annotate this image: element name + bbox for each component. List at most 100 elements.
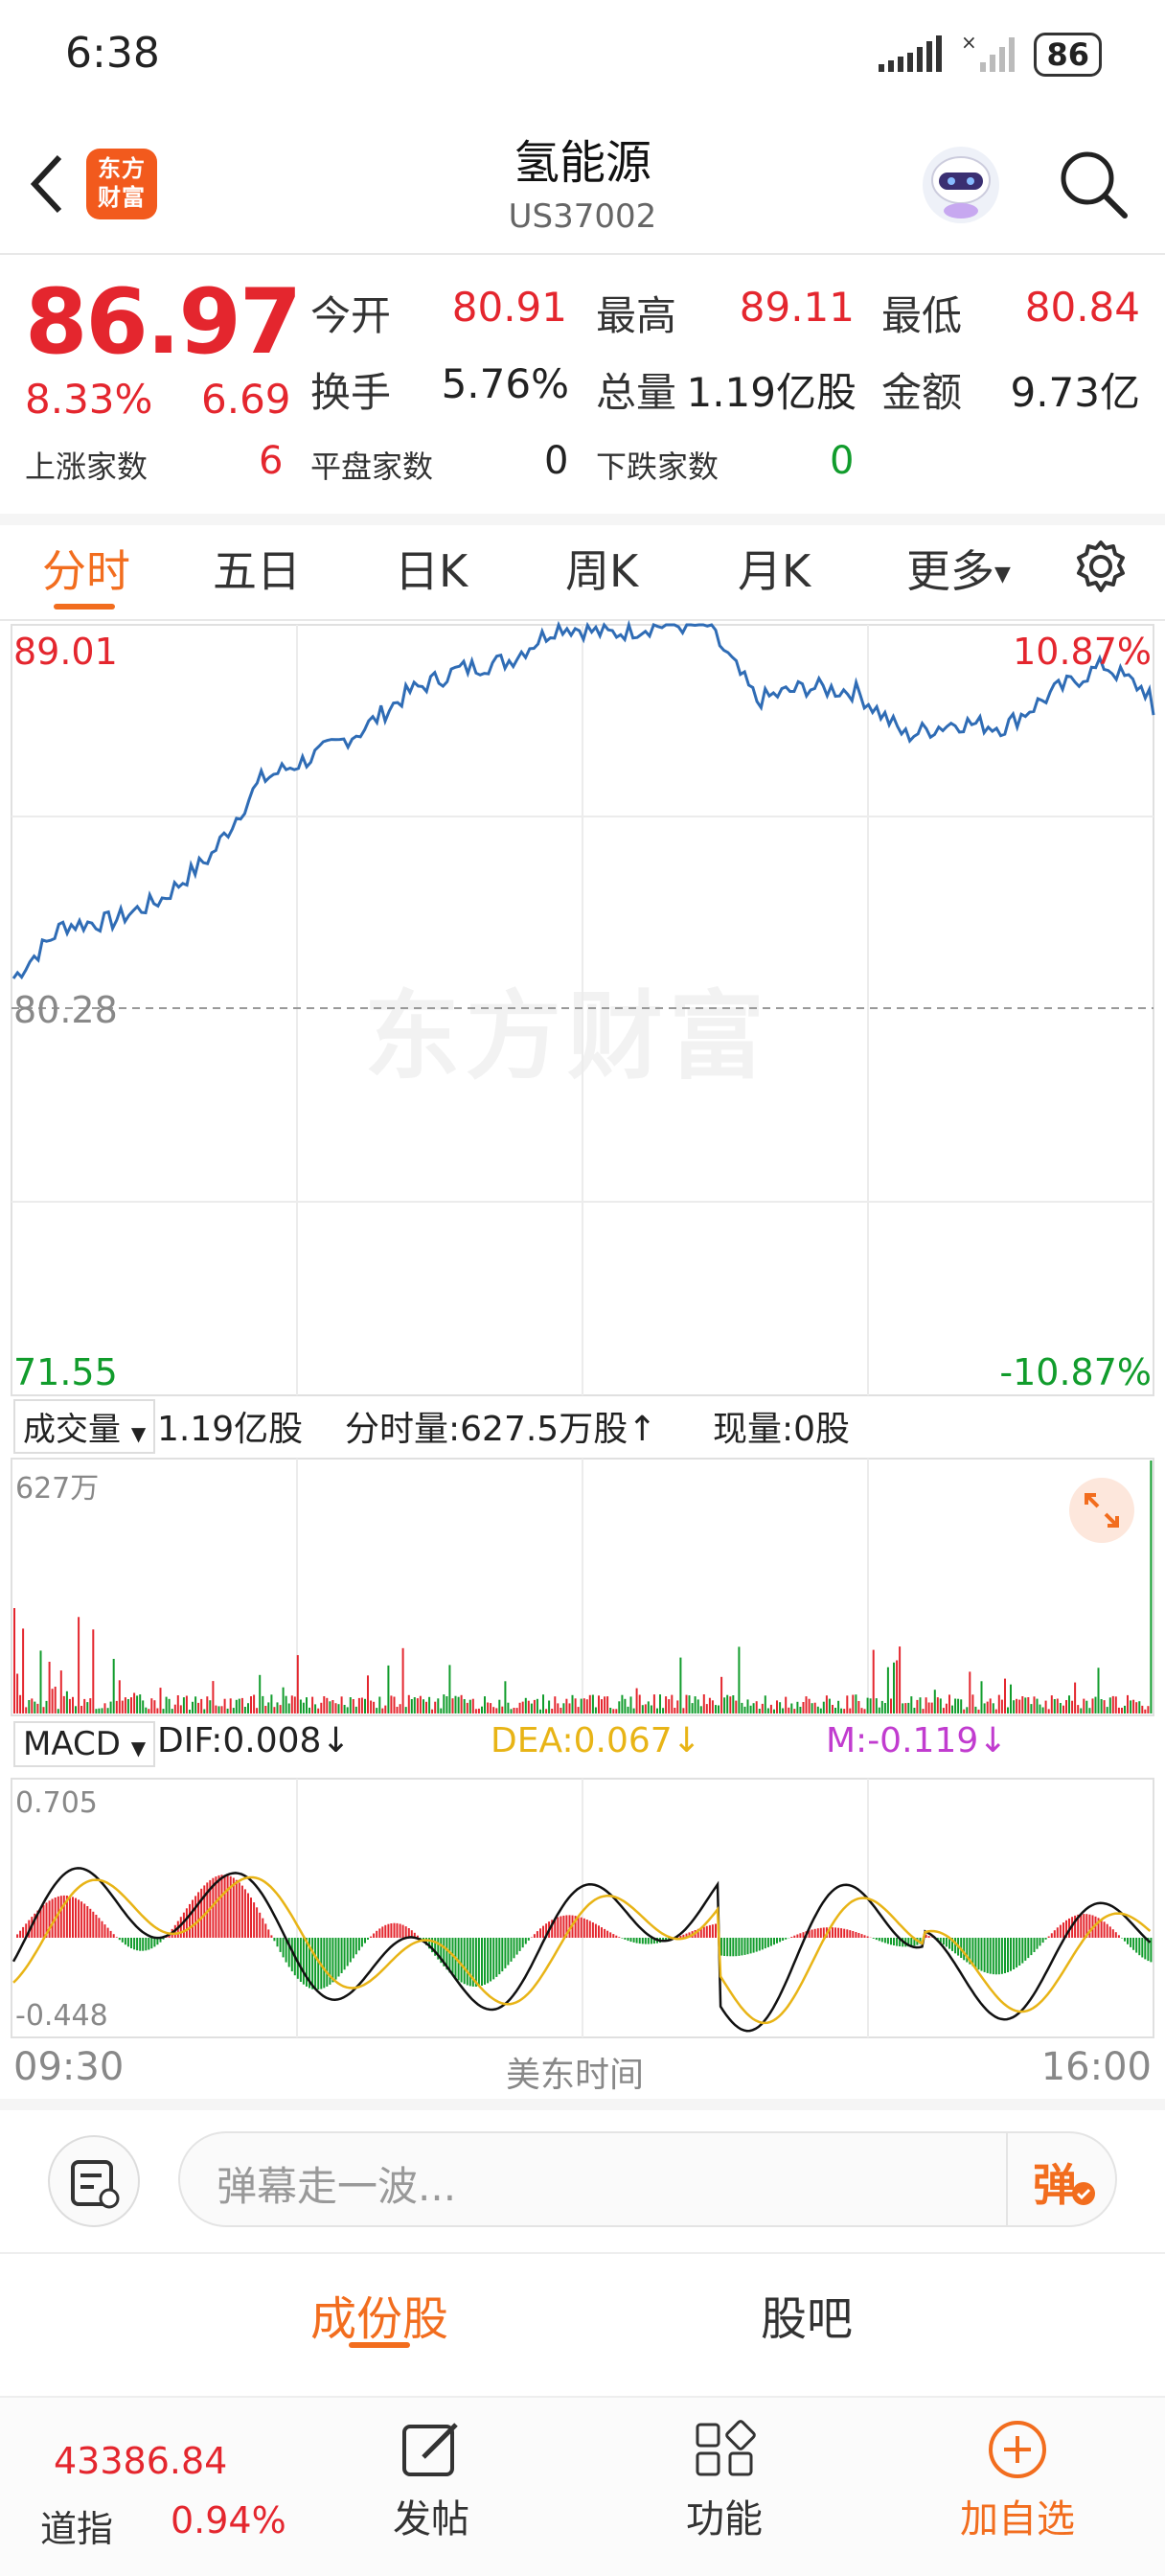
volume-bar	[925, 1697, 927, 1714]
volume-bar	[460, 1694, 463, 1714]
macd-bar	[834, 1927, 836, 1938]
macd-bar	[1111, 1929, 1114, 1938]
volume-bar	[226, 1708, 229, 1714]
macd-bar	[492, 1938, 495, 1980]
danmu-toggle-button[interactable]: 弹	[1006, 2131, 1117, 2227]
macd-bar	[878, 1938, 880, 1942]
volume-bar	[799, 1707, 802, 1714]
volume-bar	[1080, 1708, 1083, 1714]
volume-bar	[665, 1696, 668, 1714]
volume-bar	[749, 1705, 752, 1714]
volume-bar	[857, 1701, 860, 1714]
volume-indicator-select[interactable]: 成交量 ▼	[13, 1399, 156, 1454]
volume-bar	[609, 1708, 612, 1714]
volume-bar	[481, 1706, 483, 1714]
macd-bar	[735, 1938, 738, 1957]
macd-indicator-select[interactable]: MACD ▼	[13, 1721, 156, 1767]
volume-bar	[542, 1694, 544, 1714]
macd-bar	[323, 1938, 326, 1989]
macd-bar	[370, 1936, 373, 1938]
volume-bar	[565, 1698, 568, 1714]
post-button[interactable]: 发帖	[383, 2417, 479, 2543]
volume-bar	[16, 1673, 19, 1714]
volume-bar	[832, 1705, 834, 1714]
volume-bar	[960, 1699, 963, 1714]
volume-bar	[501, 1706, 504, 1714]
macd-bar	[378, 1928, 381, 1938]
macd-bar	[606, 1930, 609, 1938]
macd-bar	[346, 1938, 349, 1966]
macd-bar	[945, 1938, 948, 1947]
volume-bar	[194, 1696, 197, 1714]
volume-bar	[601, 1699, 603, 1714]
volume-bar	[875, 1698, 878, 1714]
volume-bar	[334, 1703, 337, 1714]
macd-bar	[1018, 1938, 1021, 1966]
volume-bar	[139, 1694, 142, 1714]
macd-bar	[487, 1938, 490, 1984]
volume-bar	[189, 1710, 191, 1714]
macd-bar	[150, 1938, 153, 1949]
index-name: 道指	[40, 2508, 114, 2550]
macd-bar	[1144, 1938, 1147, 1960]
expand-icon[interactable]	[1067, 1476, 1136, 1545]
volume-bar	[1068, 1695, 1070, 1714]
volume-bar	[629, 1696, 632, 1714]
volume-bar	[852, 1694, 855, 1714]
macd-bar	[311, 1938, 314, 1990]
volume-bar	[498, 1699, 501, 1714]
tab-stock-forum[interactable]: 股吧	[761, 2281, 853, 2348]
macd-bar	[1021, 1938, 1024, 1964]
volume-bar	[45, 1700, 48, 1714]
volume-bar	[927, 1702, 930, 1714]
volume-bar	[504, 1681, 507, 1714]
intraday-chart[interactable]	[0, 0, 1165, 2108]
volume-bar	[1050, 1695, 1053, 1714]
macd-bar	[994, 1938, 997, 1975]
volume-bar	[746, 1699, 749, 1714]
macd-bar	[86, 1906, 89, 1938]
volume-bar	[883, 1703, 886, 1714]
price-axis-top: 89.01	[13, 631, 118, 673]
macd-bar	[893, 1938, 895, 1945]
volume-select-label: 成交量	[23, 1411, 121, 1449]
volume-bar	[352, 1699, 354, 1714]
macd-bar	[632, 1938, 635, 1943]
macd-bar	[396, 1922, 399, 1938]
volume-bar	[136, 1695, 139, 1714]
macd-bar	[927, 1936, 930, 1938]
macd-bar	[1027, 1938, 1030, 1959]
volume-bar	[796, 1701, 799, 1714]
volume-bar	[819, 1708, 822, 1714]
nav-add-watchlist-label: 加自选	[960, 2497, 1075, 2542]
danmu-placeholder: 弹幕走一波...	[217, 2163, 457, 2210]
volume-bar	[437, 1698, 440, 1714]
comment-list-button[interactable]	[48, 2135, 140, 2227]
volume-bar	[782, 1708, 785, 1714]
volume-bar	[54, 1687, 57, 1714]
volume-bar	[130, 1697, 132, 1714]
volume-bar	[951, 1705, 953, 1714]
volume-bar	[577, 1707, 580, 1714]
nav-features-label: 功能	[686, 2497, 763, 2542]
volume-grid	[296, 1459, 869, 1715]
volume-bar	[410, 1699, 413, 1714]
macd-bar	[536, 1931, 538, 1938]
macd-bar	[974, 1938, 977, 1968]
volume-bar	[346, 1707, 349, 1714]
index-change: 0.94%	[171, 2499, 286, 2542]
volume-bar	[68, 1698, 71, 1714]
macd-bar	[1080, 1914, 1083, 1938]
volume-bar	[1056, 1698, 1059, 1714]
add-watchlist-button[interactable]: 加自选	[950, 2417, 1085, 2543]
volume-bar	[145, 1707, 148, 1714]
macd-bar	[997, 1938, 1000, 1975]
volume-bar	[539, 1709, 541, 1714]
features-button[interactable]: 功能	[676, 2417, 772, 2543]
macd-bar	[705, 1925, 708, 1938]
volume-bar	[641, 1705, 644, 1714]
macd-bar	[124, 1938, 126, 1945]
volume-bar	[933, 1690, 936, 1714]
tab-constituents[interactable]: 成份股	[310, 2281, 448, 2348]
macd-bar	[498, 1938, 501, 1975]
